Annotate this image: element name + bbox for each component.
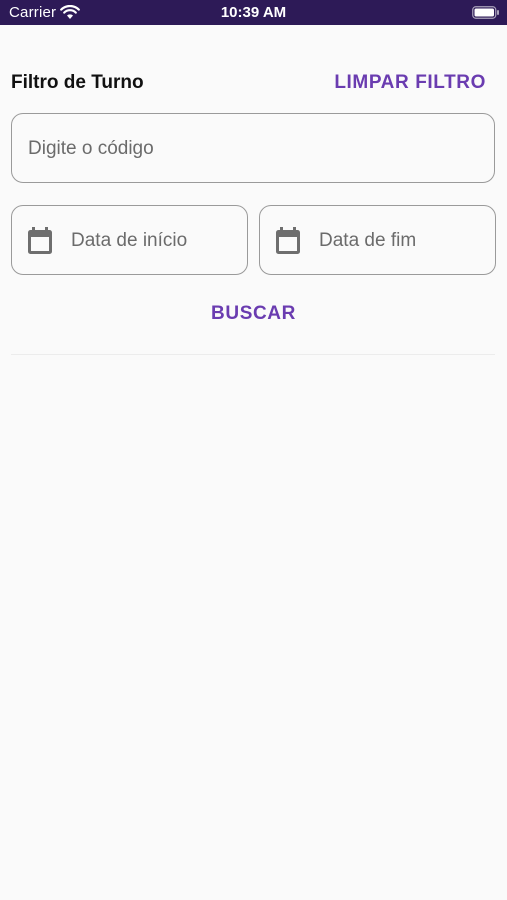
page-title: Filtro de Turno (11, 72, 144, 93)
calendar-icon[interactable] (27, 227, 53, 255)
status-time: 10:39 AM (220, 4, 287, 21)
search-button[interactable]: BUSCAR (0, 303, 507, 325)
code-field[interactable] (11, 113, 495, 184)
divider (11, 354, 495, 355)
end-date-input[interactable] (317, 206, 491, 276)
start-date-input[interactable] (69, 206, 243, 276)
start-date-field[interactable] (11, 205, 248, 276)
calendar-icon[interactable] (275, 227, 301, 255)
battery-full-icon (472, 6, 499, 19)
end-date-field[interactable] (259, 205, 496, 276)
code-input[interactable] (26, 114, 480, 184)
clear-filter-button[interactable]: LIMPAR FILTRO (334, 72, 486, 94)
status-bar: Carrier 10:39 AM (0, 0, 507, 25)
